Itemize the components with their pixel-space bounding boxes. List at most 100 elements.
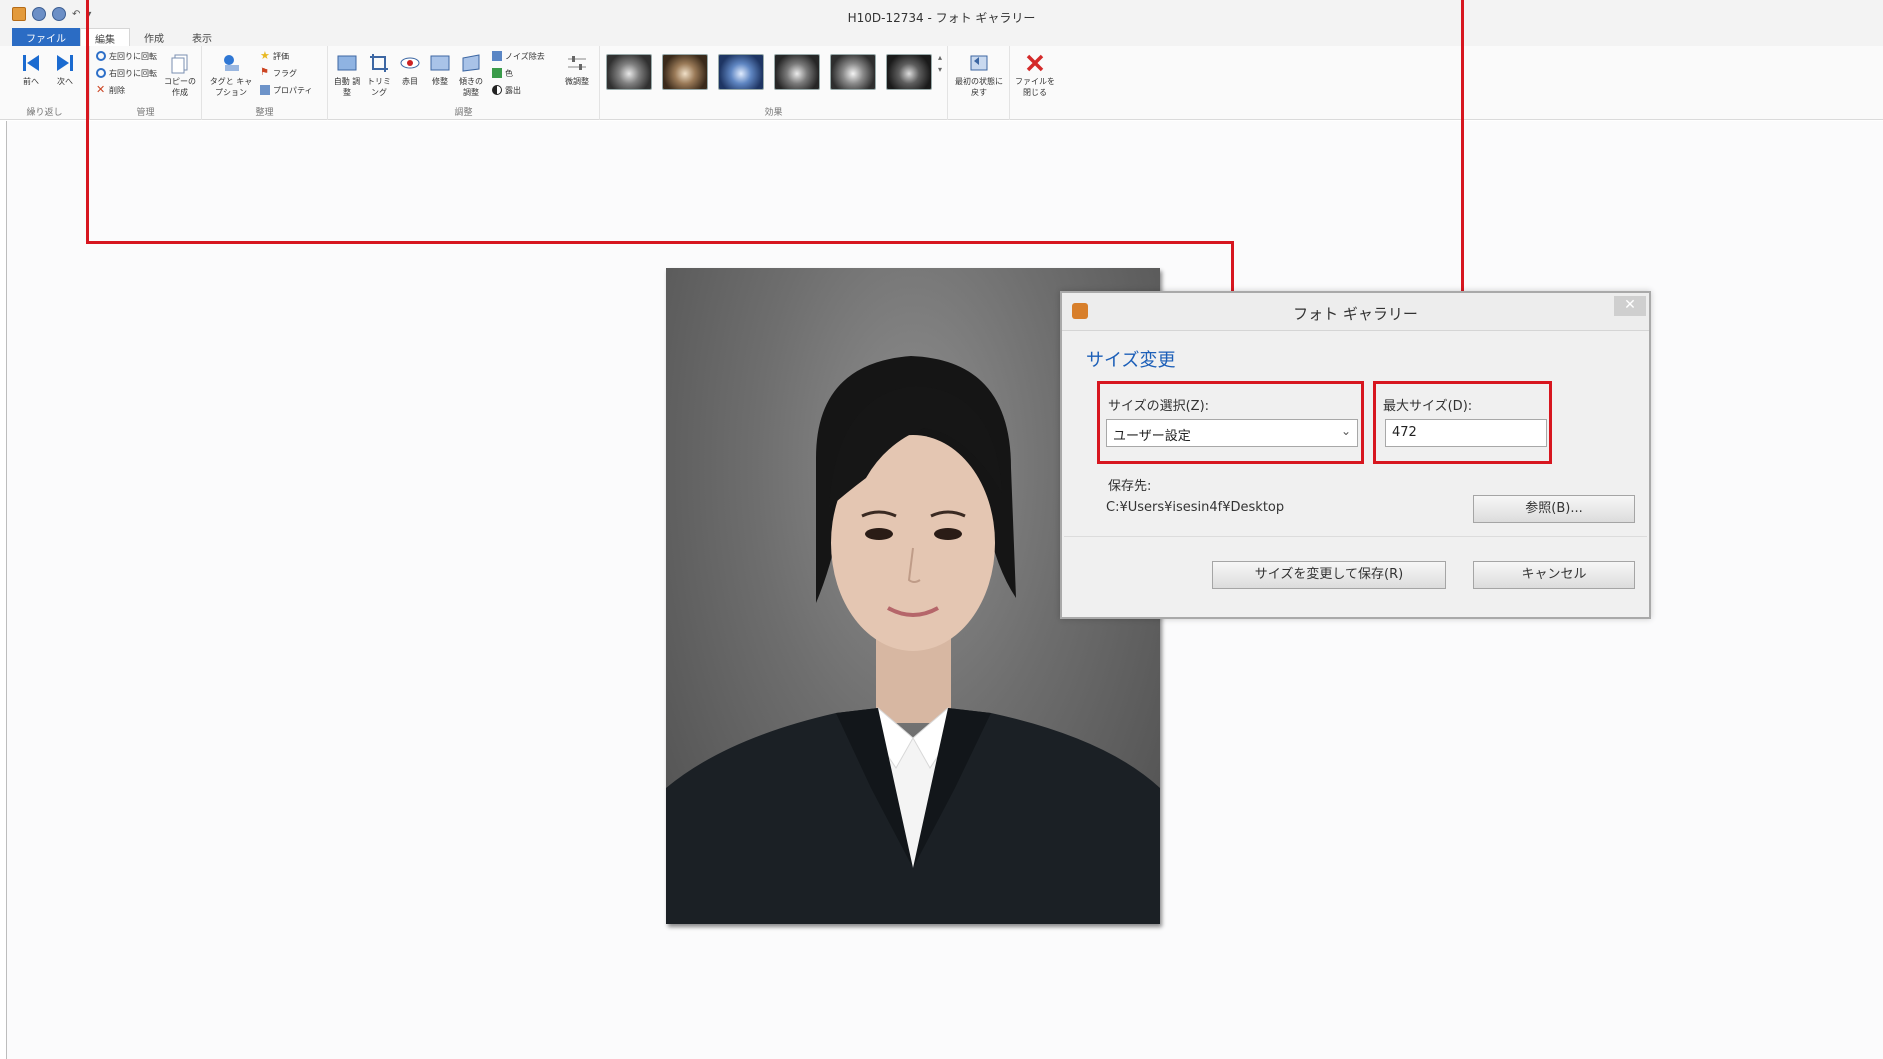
crop-icon [368,52,390,74]
close-icon [1024,52,1046,74]
tab-file[interactable]: ファイル [12,28,80,46]
dialog-titlebar: フォト ギャラリー ✕ [1062,293,1649,331]
rotate-left-icon [96,51,106,61]
retouch-button[interactable]: 修整 [426,52,454,87]
annotation-line-horizontal [86,241,1234,244]
group-close-file: ファイルを閉じる [1010,46,1060,120]
noise-button[interactable]: ノイズ除去 [492,49,545,63]
resize-save-button[interactable]: サイズを変更して保存(R) [1212,561,1446,589]
rotate-left-button[interactable]: 左回りに回転 [96,49,157,63]
group-label-manage: 管理 [136,108,155,118]
tags-label: タグと キャプション [209,77,253,97]
tab-view[interactable]: 表示 [178,28,226,46]
rotate-right-icon [96,68,106,78]
revert-button[interactable]: 最初の状態に戻す [954,52,1004,98]
rating-button[interactable]: ★ 評価 [260,49,289,63]
group-effects: ▴ ▾ 効果 [600,46,948,120]
prev-button[interactable]: 前へ [20,52,42,87]
dialog-divider [1064,536,1647,537]
group-adjust: 自動 調整 トリミング 赤目 修整 傾きの 調整 ノイズ除去 色 露出 微調整 … [328,46,600,120]
next-label: 次へ [57,77,73,86]
revert-icon [968,52,990,74]
color-icon [492,68,502,78]
exposure-button[interactable]: 露出 [492,83,521,97]
effect-thumb-red-filter[interactable] [886,54,932,90]
effects-scroll-icon[interactable]: ▴ ▾ [938,52,942,76]
dialog-close-button[interactable]: ✕ [1614,296,1646,316]
retouch-icon [429,52,451,74]
red-eye-button[interactable]: 赤目 [396,52,424,87]
crop-button[interactable]: トリミング [364,52,394,98]
effect-thumb-sepia[interactable] [662,54,708,90]
red-eye-label: 赤目 [402,77,418,86]
dialog-heading: サイズ変更 [1086,350,1176,371]
group-manage: 左回りに回転 右回りに回転 ✕ 削除 コピーの作成 管理 [90,46,202,120]
prev-label: 前へ [23,77,39,86]
copy-icon [169,52,191,74]
auto-adjust-icon [336,52,358,74]
properties-icon [260,85,270,95]
eye-icon [399,52,421,74]
dialog-title: フォト ギャラリー [1293,305,1418,323]
tag-icon [220,52,242,74]
cancel-button[interactable]: キャンセル [1473,561,1635,589]
auto-adjust-button[interactable]: 自動 調整 [332,52,362,98]
ribbon-tabbar: ファイル 編集 作成 表示 [0,28,1883,46]
crop-label: トリミング [367,77,391,97]
group-navigate: 前へ 次へ 繰り返し [0,46,90,120]
effect-thumb-orange-filter[interactable] [830,54,876,90]
rotate-right-button[interactable]: 右回りに回転 [96,66,157,80]
noise-icon [492,51,502,61]
color-button[interactable]: 色 [492,66,513,80]
fine-tune-button[interactable]: 微調整 [558,52,596,87]
rotate-right-label: 右回りに回転 [109,68,157,78]
tags-button[interactable]: タグと キャプション [206,52,256,98]
effect-thumb-gray[interactable] [774,54,820,90]
delete-button[interactable]: ✕ 削除 [96,83,125,97]
fine-tune-label: 微調整 [565,77,589,86]
flag-icon: ⚑ [260,67,269,78]
annotation-box-max-size [1373,381,1552,464]
save-location-path: C:¥Users¥isesin4f¥Desktop [1106,500,1285,515]
noise-label: ノイズ除去 [505,51,545,61]
next-icon [54,52,76,74]
copy-label: コピーの作成 [164,77,196,97]
revert-label: 最初の状態に戻す [955,77,1003,97]
exposure-label: 露出 [505,85,521,95]
color-label: 色 [505,68,513,78]
retouch-label: 修整 [432,77,448,86]
delete-label: 削除 [109,85,125,95]
window-title: H10D-12734 - フォト ギャラリー [847,11,1036,25]
next-button[interactable]: 次へ [54,52,76,87]
tab-create[interactable]: 作成 [130,28,178,46]
group-label-organize: 整理 [255,108,274,118]
properties-button[interactable]: プロパティ [260,83,313,97]
group-label-effects: 効果 [764,108,783,118]
close-file-label: ファイルを閉じる [1015,77,1055,97]
delete-icon: ✕ [96,83,106,96]
rotate-left-label: 左回りに回転 [109,51,157,61]
close-file-button[interactable]: ファイルを閉じる [1014,52,1056,98]
straighten-icon [460,52,482,74]
rating-label: 評価 [273,51,289,61]
prev-icon [20,52,42,74]
star-icon: ★ [260,49,270,62]
sliders-icon [566,52,588,74]
save-location-label: 保存先: [1108,479,1152,494]
annotation-line-left-vertical [86,0,89,243]
flag-button[interactable]: ⚑ フラグ [260,66,297,80]
browse-button[interactable]: 参照(B)... [1473,495,1635,523]
group-revert: 最初の状態に戻す [948,46,1010,120]
flag-label: フラグ [273,68,297,78]
straighten-button[interactable]: 傾きの 調整 [456,52,486,98]
straighten-label: 傾きの 調整 [459,77,483,97]
ribbon: 前へ 次へ 繰り返し 左回りに回転 右回りに回転 ✕ 削除 コピーの作成 管理 … [0,46,1883,120]
group-label-navigate: 繰り返し [26,108,63,118]
group-organize: タグと キャプション ★ 評価 ⚑ フラグ プロパティ 整理 [202,46,328,120]
effect-thumb-cyan[interactable] [718,54,764,90]
effect-thumb-bw[interactable] [606,54,652,90]
annotation-box-size-select [1097,381,1364,464]
exposure-icon [492,85,502,95]
copy-button[interactable]: コピーの作成 [162,52,198,98]
auto-adjust-label: 自動 調整 [333,77,361,97]
